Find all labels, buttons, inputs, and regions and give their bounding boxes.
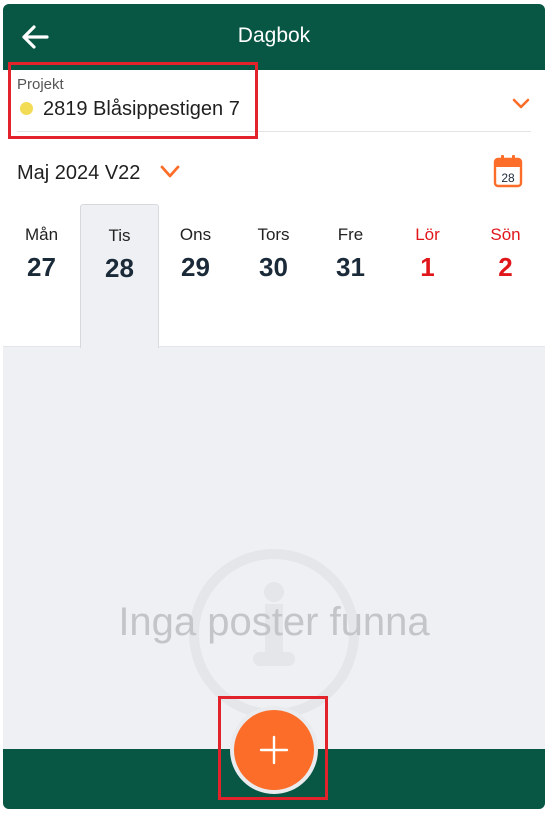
- day-saturday[interactable]: Lör 1: [389, 204, 466, 346]
- day-name: Mån: [24, 225, 59, 244]
- day-number: 2: [498, 252, 513, 282]
- day-sunday[interactable]: Sön 2: [467, 204, 544, 346]
- chevron-down-icon[interactable]: [159, 164, 181, 180]
- day-number: 28: [105, 253, 134, 283]
- day-number: 27: [27, 252, 56, 282]
- calendar-icon[interactable]: 28: [493, 154, 523, 188]
- day-thursday[interactable]: Tors 30: [235, 204, 312, 346]
- chevron-down-icon[interactable]: [511, 97, 531, 111]
- day-monday[interactable]: Mån 27: [3, 204, 80, 346]
- week-strip: Mån 27 Tis 28 Ons 29 Tors 30 Fre 31 Lör …: [3, 204, 545, 348]
- day-wednesday[interactable]: Ons 29: [157, 204, 234, 346]
- day-number: 30: [259, 252, 288, 282]
- day-number: 31: [336, 252, 365, 282]
- info-icon-base: [253, 652, 295, 666]
- project-label: Projekt: [17, 76, 64, 93]
- diary-screen: Dagbok Projekt 2819 Blåsippestigen 7 Maj…: [3, 4, 545, 809]
- day-number: 29: [181, 252, 210, 282]
- project-name[interactable]: 2819 Blåsippestigen 7: [43, 98, 240, 121]
- day-name: Ons: [179, 225, 212, 244]
- page-title: Dagbok: [237, 24, 311, 47]
- project-status-dot: [20, 102, 33, 115]
- day-name: Fre: [337, 225, 364, 244]
- calendar-day-number: 28: [501, 171, 515, 185]
- day-name: Sön: [490, 225, 521, 244]
- day-tuesday[interactable]: Tis 28: [80, 204, 159, 348]
- day-name: Tis: [108, 226, 131, 245]
- empty-state-message: Inga poster funna: [118, 600, 430, 644]
- day-name: Tors: [257, 225, 290, 244]
- day-friday[interactable]: Fre 31: [312, 204, 389, 346]
- info-icon-dot: [264, 582, 284, 602]
- period-label[interactable]: Maj 2024 V22: [17, 162, 140, 185]
- plus-icon: [259, 735, 289, 765]
- top-app-bar: Dagbok: [3, 4, 545, 70]
- day-number: 1: [420, 252, 435, 282]
- add-entry-button[interactable]: [234, 710, 314, 790]
- day-name: Lör: [415, 225, 440, 244]
